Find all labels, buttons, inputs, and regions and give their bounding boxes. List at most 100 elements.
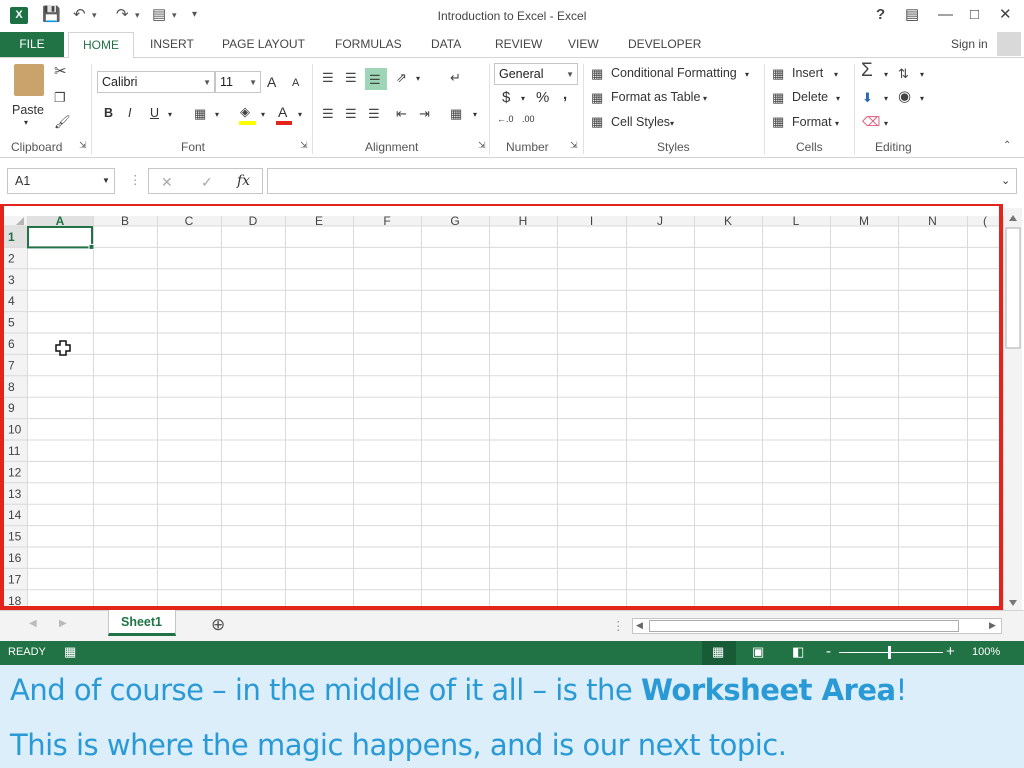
- format-painter-icon[interactable]: 🖌: [54, 114, 71, 130]
- row-header[interactable]: 18: [8, 594, 22, 608]
- help-icon[interactable]: ?: [876, 5, 885, 25]
- autosum-icon[interactable]: Σ: [861, 61, 873, 80]
- find-select-dropdown-icon[interactable]: ▾: [920, 94, 924, 103]
- format-as-table-icon[interactable]: ▦: [591, 90, 603, 106]
- grow-font-button[interactable]: A: [267, 74, 276, 90]
- comma-button[interactable]: ,: [563, 86, 567, 103]
- conditional-formatting-button[interactable]: Conditional Formatting: [611, 66, 737, 80]
- zoom-level[interactable]: 100%: [972, 646, 1000, 658]
- close-icon[interactable]: ✕: [999, 5, 1012, 25]
- row-header[interactable]: 1: [8, 230, 15, 244]
- conditional-formatting-dropdown-icon[interactable]: ▾: [745, 70, 749, 79]
- shrink-font-button[interactable]: A: [292, 77, 299, 89]
- bold-button[interactable]: B: [104, 106, 113, 120]
- paste-dropdown-icon[interactable]: ▾: [24, 118, 28, 127]
- underline-button[interactable]: U: [150, 106, 159, 120]
- align-right-icon[interactable]: ☰: [368, 106, 380, 122]
- name-box[interactable]: A1 ▼: [7, 168, 115, 194]
- format-cells-icon[interactable]: ▦: [772, 114, 784, 130]
- paste-icon[interactable]: [14, 64, 44, 96]
- enter-button[interactable]: ✓: [201, 174, 213, 191]
- row-header[interactable]: 11: [8, 444, 21, 458]
- macro-record-icon[interactable]: ▦: [64, 644, 76, 660]
- avatar[interactable]: [997, 32, 1021, 56]
- font-size-combo[interactable]: 11 ▼: [215, 71, 261, 93]
- fill-icon[interactable]: ⬇: [862, 90, 873, 106]
- column-header[interactable]: B: [121, 214, 129, 228]
- row-header[interactable]: 8: [8, 380, 15, 394]
- row-header[interactable]: 5: [8, 316, 15, 330]
- row-header[interactable]: 13: [8, 487, 22, 501]
- tab-review[interactable]: REVIEW: [495, 37, 542, 51]
- scroll-right-sheets-icon[interactable]: ▶: [59, 618, 67, 629]
- maximize-icon[interactable]: □: [970, 5, 979, 25]
- bottom-align-button[interactable]: ☰: [365, 68, 387, 90]
- clear-dropdown-icon[interactable]: ▾: [884, 119, 888, 128]
- italic-button[interactable]: I: [128, 106, 131, 120]
- cell-styles-dropdown-icon[interactable]: ▾: [670, 119, 674, 128]
- collapse-ribbon-icon[interactable]: ⌃: [1003, 140, 1011, 151]
- sheet-tab-sheet1[interactable]: Sheet1: [108, 610, 176, 636]
- paste-button[interactable]: Paste: [12, 103, 44, 117]
- increase-decimal-button[interactable]: ←.0: [497, 114, 514, 124]
- zoom-in-button[interactable]: +: [946, 643, 955, 660]
- new-sheet-button[interactable]: ⊕: [211, 615, 225, 635]
- tab-split-grip-icon[interactable]: ⋮: [612, 618, 625, 633]
- underline-dropdown-icon[interactable]: ▾: [168, 110, 172, 119]
- column-header[interactable]: E: [315, 214, 323, 228]
- clipboard-launcher-icon[interactable]: ⇲: [79, 140, 87, 151]
- row-header[interactable]: 3: [8, 273, 15, 287]
- column-header[interactable]: L: [793, 214, 800, 228]
- clear-icon[interactable]: ⌫: [862, 114, 880, 130]
- column-header[interactable]: D: [249, 214, 258, 228]
- row-header[interactable]: 17: [8, 572, 22, 586]
- merge-center-icon[interactable]: ▦: [450, 106, 462, 122]
- worksheet-area[interactable]: A B C D E F G H I J K L M N(1 2 3 4 5 6 7 8 9 10 11 12 13 14 15 16 17…: [0, 204, 1024, 610]
- row-header[interactable]: 4: [8, 294, 15, 308]
- insert-function-button[interactable]: fx: [237, 173, 250, 189]
- delete-cells-dropdown-icon[interactable]: ▾: [836, 94, 840, 103]
- format-as-table-button[interactable]: Format as Table: [611, 90, 700, 104]
- font-color-button[interactable]: A: [278, 104, 287, 120]
- align-center-icon[interactable]: ☰: [345, 106, 357, 122]
- tab-insert[interactable]: INSERT: [150, 37, 194, 51]
- top-align-icon[interactable]: ☰: [322, 70, 334, 86]
- column-header[interactable]: K: [724, 214, 732, 228]
- vertical-scroll-thumb[interactable]: [1005, 227, 1021, 349]
- row-header[interactable]: 2: [8, 251, 15, 265]
- active-cell-a1[interactable]: [27, 226, 93, 249]
- row-header[interactable]: 15: [8, 530, 22, 544]
- number-launcher-icon[interactable]: ⇲: [570, 140, 578, 151]
- sort-filter-icon[interactable]: ⇅: [898, 66, 909, 82]
- borders-icon[interactable]: ▦: [194, 106, 206, 122]
- insert-cells-button[interactable]: Insert: [792, 66, 823, 80]
- tab-home[interactable]: HOME: [68, 32, 134, 58]
- copy-icon[interactable]: ❐: [54, 90, 66, 106]
- zoom-slider-track[interactable]: [839, 652, 943, 653]
- fill-handle[interactable]: [88, 243, 95, 250]
- row-header[interactable]: 6: [8, 337, 15, 351]
- page-layout-view-icon[interactable]: ▣: [752, 644, 764, 660]
- conditional-formatting-icon[interactable]: ▦: [591, 66, 603, 82]
- column-header[interactable]: H: [519, 214, 528, 228]
- borders-dropdown-icon[interactable]: ▾: [215, 110, 219, 119]
- tab-page-layout[interactable]: PAGE LAYOUT: [222, 37, 305, 51]
- tab-file[interactable]: FILE: [0, 32, 64, 57]
- row-header[interactable]: 14: [8, 508, 22, 522]
- orientation-icon[interactable]: ⇗: [396, 70, 407, 86]
- sign-in-link[interactable]: Sign in: [951, 37, 988, 51]
- font-name-combo[interactable]: Calibri ▼: [97, 71, 215, 93]
- horizontal-scrollbar[interactable]: ◀ ▶: [632, 618, 1002, 634]
- row-header[interactable]: 16: [8, 551, 22, 565]
- wrap-text-icon[interactable]: ↵: [450, 70, 461, 86]
- zoom-slider-thumb[interactable]: [888, 646, 891, 659]
- align-left-icon[interactable]: ☰: [322, 106, 334, 122]
- insert-cells-icon[interactable]: ▦: [772, 66, 784, 82]
- page-break-view-icon[interactable]: ◧: [792, 644, 804, 660]
- row-header[interactable]: 12: [8, 465, 22, 479]
- cancel-button[interactable]: ✕: [161, 174, 173, 191]
- font-color-dropdown-icon[interactable]: ▾: [298, 110, 302, 119]
- minimize-icon[interactable]: —: [938, 5, 953, 25]
- increase-indent-icon[interactable]: ⇥: [419, 106, 430, 122]
- fill-color-icon[interactable]: ◈: [240, 104, 250, 120]
